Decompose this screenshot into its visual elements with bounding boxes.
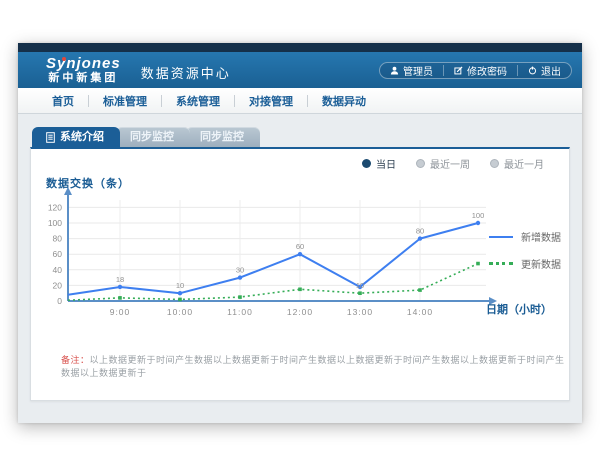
tab-sync-monitor-1[interactable]: 同步监控 [116, 127, 190, 147]
user-menu-admin-label: 管理员 [403, 63, 433, 78]
tab-system-intro-label: 系统介绍 [60, 127, 104, 147]
tab-sync-monitor-2-label: 同步监控 [200, 127, 244, 147]
y-tick-label: 20 [53, 280, 63, 290]
nav-item-data-change[interactable]: 数据异动 [308, 93, 380, 109]
data-point-label: 30 [236, 266, 244, 275]
y-tick-label: 0 [57, 296, 62, 306]
logo-subtitle: 新中新集团 [46, 72, 121, 84]
series-line-updated [68, 264, 478, 301]
user-menu-admin[interactable]: 管理员 [380, 65, 443, 76]
radio-today[interactable]: 当日 [362, 156, 396, 171]
data-point-label: 18 [116, 275, 124, 284]
document-icon [46, 132, 55, 143]
data-point [118, 285, 122, 289]
x-tick-label: 9:00 [110, 307, 131, 317]
brand-logo: Synjones 新中新集团 [46, 56, 121, 85]
user-menu-logout-label: 退出 [541, 63, 561, 78]
chart-panel: 当日 最近一周 最近一月 数据交换（条） 0204060801001209:00… [30, 147, 570, 401]
radio-last-week-label: 最近一周 [430, 156, 470, 171]
data-point [358, 291, 362, 295]
data-point [418, 236, 422, 240]
data-point [298, 252, 302, 256]
app-window: Synjones 新中新集团 数据资源中心 管理员 修改密码 退出 [18, 43, 582, 423]
user-menu-change-password-label: 修改密码 [467, 63, 507, 78]
app-header: Synjones 新中新集团 数据资源中心 管理员 修改密码 退出 [18, 52, 582, 88]
solid-line-swatch [489, 236, 513, 238]
chart-legend: 新增数据 更新数据 [489, 229, 561, 283]
user-menu-logout[interactable]: 退出 [517, 65, 571, 76]
user-menu-change-password[interactable]: 修改密码 [443, 65, 517, 76]
y-tick-label: 80 [53, 234, 63, 244]
radio-last-week[interactable]: 最近一周 [416, 156, 470, 171]
x-tick-label: 13:00 [347, 307, 373, 317]
radio-icon [362, 159, 371, 168]
data-point-label: 60 [296, 242, 304, 251]
logo-accent-dot [62, 57, 66, 61]
edit-icon [454, 66, 463, 75]
tab-strip: 系统介绍 同步监控 同步监控 [32, 127, 570, 147]
window-top-strip [18, 43, 582, 52]
user-menu: 管理员 修改密码 退出 [379, 62, 572, 79]
legend-item-new-data: 新增数据 [489, 229, 561, 244]
y-tick-label: 120 [48, 202, 62, 212]
y-tick-label: 40 [53, 265, 63, 275]
data-point-label: 10 [356, 281, 364, 290]
footnote-label: 备注： [61, 355, 90, 365]
data-point-label: 10 [176, 281, 184, 290]
data-point [238, 275, 242, 279]
x-tick-label: 11:00 [227, 307, 253, 317]
y-tick-label: 100 [48, 218, 62, 228]
content-area: 系统介绍 同步监控 同步监控 当日 最近一周 [18, 114, 582, 423]
data-point [178, 291, 182, 295]
data-point [418, 288, 422, 292]
data-point [298, 288, 302, 292]
nav-item-interface-mgmt[interactable]: 对接管理 [235, 93, 307, 109]
dotted-line-swatch [489, 262, 513, 265]
legend-updated-data-label: 更新数据 [521, 256, 561, 271]
data-point [118, 296, 122, 300]
nav-item-system-mgmt[interactable]: 系统管理 [162, 93, 234, 109]
tab-system-intro[interactable]: 系统介绍 [32, 127, 120, 147]
radio-last-month-label: 最近一月 [504, 156, 544, 171]
footnote: 备注：以上数据更新于时间产生数据以上数据更新于时间产生数据以上数据更新于时间产生… [61, 353, 569, 379]
x-tick-label: 10:00 [167, 307, 193, 317]
radio-today-label: 当日 [376, 156, 396, 171]
nav-item-standard-mgmt[interactable]: 标准管理 [89, 93, 161, 109]
radio-icon [416, 159, 425, 168]
footnote-text: 以上数据更新于时间产生数据以上数据更新于时间产生数据以上数据更新于时间产生数据以… [61, 355, 565, 378]
legend-item-updated-data: 更新数据 [489, 256, 561, 271]
page-title: 数据资源中心 [141, 59, 231, 82]
tab-sync-monitor-1-label: 同步监控 [130, 127, 174, 147]
logo-brand-text: Synjones [46, 56, 121, 73]
radio-icon [490, 159, 499, 168]
data-point-label: 80 [416, 227, 424, 236]
nav-item-home[interactable]: 首页 [38, 93, 88, 109]
x-tick-label: 14:00 [407, 307, 433, 317]
data-point [476, 221, 480, 225]
data-point [476, 262, 480, 266]
main-nav: 首页 标准管理 系统管理 对接管理 数据异动 [18, 88, 582, 114]
tab-sync-monitor-2[interactable]: 同步监控 [186, 127, 260, 147]
data-point-label: 100 [472, 211, 485, 220]
data-point [238, 295, 242, 299]
power-icon [528, 66, 537, 75]
x-tick-label: 12:00 [287, 307, 313, 317]
y-axis-arrow-icon [64, 187, 72, 195]
time-range-filter: 当日 最近一周 最近一月 [362, 156, 544, 171]
x-axis-title: 日期（小时） [486, 301, 552, 317]
legend-new-data-label: 新增数据 [521, 229, 561, 244]
y-tick-label: 60 [53, 249, 63, 259]
data-point [178, 298, 182, 302]
radio-last-month[interactable]: 最近一月 [490, 156, 544, 171]
line-chart: 0 20 40 60 80 100 120 9:00 10:00 11:00 12:00 13:00 1… [42, 186, 512, 326]
user-icon [390, 66, 399, 75]
